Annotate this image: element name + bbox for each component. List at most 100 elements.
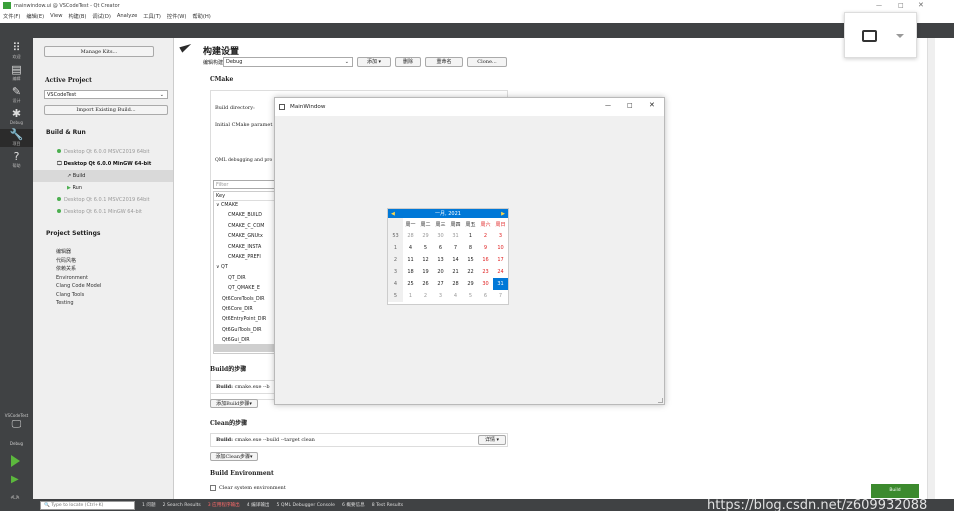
kit-item-5[interactable]: Desktop Qt 6.0.1 MinGW 64-bit: [33, 206, 173, 218]
tree-row-0[interactable]: ∨ CMAKE: [214, 201, 274, 211]
calendar-day[interactable]: 9: [478, 242, 493, 254]
mode-design[interactable]: ✎ 设计: [0, 86, 33, 104]
calendar-day[interactable]: 1: [463, 230, 478, 242]
tree-row-6[interactable]: ∨ QT: [214, 263, 274, 273]
tree-row-2[interactable]: CMAKE_C_COM: [214, 222, 274, 232]
calendar-day[interactable]: 5: [463, 290, 478, 302]
output-tab-5[interactable]: 6 概要信息: [342, 502, 365, 508]
run-icon[interactable]: [11, 455, 20, 467]
calendar-day[interactable]: 2: [478, 230, 493, 242]
calendar-day[interactable]: 27: [433, 278, 448, 290]
calendar-day[interactable]: 30: [433, 230, 448, 242]
rename-config-button[interactable]: 重命名: [425, 57, 463, 67]
delete-config-button[interactable]: 删除: [395, 57, 421, 67]
calendar-day[interactable]: 26: [418, 278, 433, 290]
tree-row-5[interactable]: CMAKE_PREFI: [214, 253, 274, 263]
calendar-day[interactable]: 14: [448, 254, 463, 266]
add-clean-step-button[interactable]: 添加Clean步骤▾: [210, 452, 258, 461]
manage-kits-button[interactable]: Manage Kits...: [44, 46, 154, 57]
calendar-day[interactable]: 12: [418, 254, 433, 266]
calendar-day[interactable]: 28: [448, 278, 463, 290]
resize-grip-icon[interactable]: [658, 398, 663, 403]
settings-item-4[interactable]: Clang Code Model: [33, 282, 173, 291]
calendar-day[interactable]: 30: [478, 278, 493, 290]
output-tab-2[interactable]: 3 应用程序输出: [208, 502, 240, 508]
tree-row-1[interactable]: CMAKE_BUILD: [214, 211, 274, 221]
output-tab-3[interactable]: 4 编译输出: [247, 502, 270, 508]
tree-row-10[interactable]: Qt6Core_DIR: [214, 305, 274, 315]
tree-row-4[interactable]: CMAKE_INSTA: [214, 243, 274, 253]
calendar-day[interactable]: 5: [418, 242, 433, 254]
close-button[interactable]: ✕: [918, 1, 924, 9]
tree-row-9[interactable]: Qt6CoreTools_DIR: [214, 295, 274, 305]
chevron-down-icon[interactable]: [896, 34, 904, 38]
calendar-day[interactable]: 2: [418, 290, 433, 302]
calendar-day[interactable]: 20: [433, 266, 448, 278]
menu-item-8[interactable]: 帮助(H): [192, 13, 210, 20]
add-build-step-button[interactable]: 添加Build步骤▾: [210, 399, 258, 408]
menu-item-3[interactable]: 构建(B): [68, 13, 86, 20]
calendar-day[interactable]: 8: [463, 242, 478, 254]
vertical-scrollbar[interactable]: [927, 38, 935, 500]
menu-item-7[interactable]: 控件(W): [167, 13, 187, 20]
locator-input[interactable]: 🔍 Type to locate (Ctrl+K): [40, 500, 135, 510]
clone-config-button[interactable]: Clone...: [467, 57, 507, 67]
settings-item-0[interactable]: 编辑器: [33, 248, 173, 257]
kit-item-0[interactable]: Desktop Qt 6.0.0 MSVC2019 64bit: [33, 146, 173, 158]
calendar-day[interactable]: 31: [448, 230, 463, 242]
settings-item-5[interactable]: Clang Tools: [33, 291, 173, 300]
output-tab-4[interactable]: 5 QML Debugger Console: [277, 503, 335, 508]
calendar-day[interactable]: 6: [478, 290, 493, 302]
settings-item-1[interactable]: 代码风格: [33, 257, 173, 266]
minimize-button[interactable]: —: [605, 102, 611, 109]
output-tab-6[interactable]: 8 Test Results: [372, 503, 403, 508]
calendar-day[interactable]: 18: [403, 266, 418, 278]
calendar-month-year[interactable]: 一月, 2021: [435, 210, 461, 217]
calendar-day[interactable]: 4: [448, 290, 463, 302]
details-button[interactable]: 详情 ▾: [478, 435, 506, 445]
output-tab-0[interactable]: 1 问题: [142, 502, 156, 508]
calendar-day[interactable]: 29: [418, 230, 433, 242]
calendar-day[interactable]: 25: [403, 278, 418, 290]
calendar-day[interactable]: 3: [433, 290, 448, 302]
calendar-day[interactable]: 7: [448, 242, 463, 254]
kit-item-4[interactable]: Desktop Qt 6.0.1 MSVC2019 64bit: [33, 194, 173, 206]
tree-row-3[interactable]: CMAKE_GNUtx: [214, 232, 274, 242]
calendar-day[interactable]: 23: [478, 266, 493, 278]
calendar-day[interactable]: 24: [493, 266, 508, 278]
tree-scrollbar[interactable]: [213, 344, 275, 352]
tree-row-12[interactable]: Qt6GuiTools_DIR: [214, 326, 274, 336]
menu-item-1[interactable]: 编辑(E): [26, 13, 44, 20]
calendar-day[interactable]: 10: [493, 242, 508, 254]
settings-item-2[interactable]: 依赖关系: [33, 265, 173, 274]
calendar-day[interactable]: 4: [403, 242, 418, 254]
build-config-select[interactable]: Debug ⌄: [223, 57, 353, 67]
calendar-day[interactable]: 13: [433, 254, 448, 266]
menu-item-5[interactable]: Analyze: [117, 13, 137, 19]
calendar-day[interactable]: 3: [493, 230, 508, 242]
maximize-button[interactable]: □: [627, 102, 633, 109]
mode-edit[interactable]: ▤ 编辑: [0, 64, 33, 82]
calendar-day[interactable]: 16: [478, 254, 493, 266]
menu-item-0[interactable]: 文件(F): [3, 13, 20, 20]
menu-item-4[interactable]: 调试(D): [92, 13, 110, 20]
menu-item-6[interactable]: 工具(T): [143, 13, 161, 20]
output-tab-1[interactable]: 2 Search Results: [163, 503, 201, 508]
calendar-day[interactable]: 19: [418, 266, 433, 278]
build-progress-button[interactable]: Build: [871, 484, 919, 498]
add-config-button[interactable]: 添加 ▾: [357, 57, 391, 67]
maximize-button[interactable]: □: [898, 2, 904, 9]
mode-debug[interactable]: ✱ Debug: [0, 108, 33, 126]
prev-month-icon[interactable]: ◀: [391, 211, 395, 217]
calendar-day[interactable]: 31: [493, 278, 508, 290]
close-button[interactable]: ✕: [649, 101, 655, 109]
import-build-button[interactable]: Import Existing Build...: [44, 105, 168, 115]
minimize-button[interactable]: —: [876, 2, 882, 9]
image-icon[interactable]: [862, 30, 877, 42]
menu-item-2[interactable]: View: [50, 13, 62, 19]
mode-help[interactable]: ? 帮助: [0, 151, 33, 169]
mode-welcome[interactable]: ⠿ 欢迎: [0, 42, 33, 60]
calendar-day[interactable]: 11: [403, 254, 418, 266]
mode-projects[interactable]: 🔧 项目: [0, 129, 33, 147]
calendar-day[interactable]: 28: [403, 230, 418, 242]
